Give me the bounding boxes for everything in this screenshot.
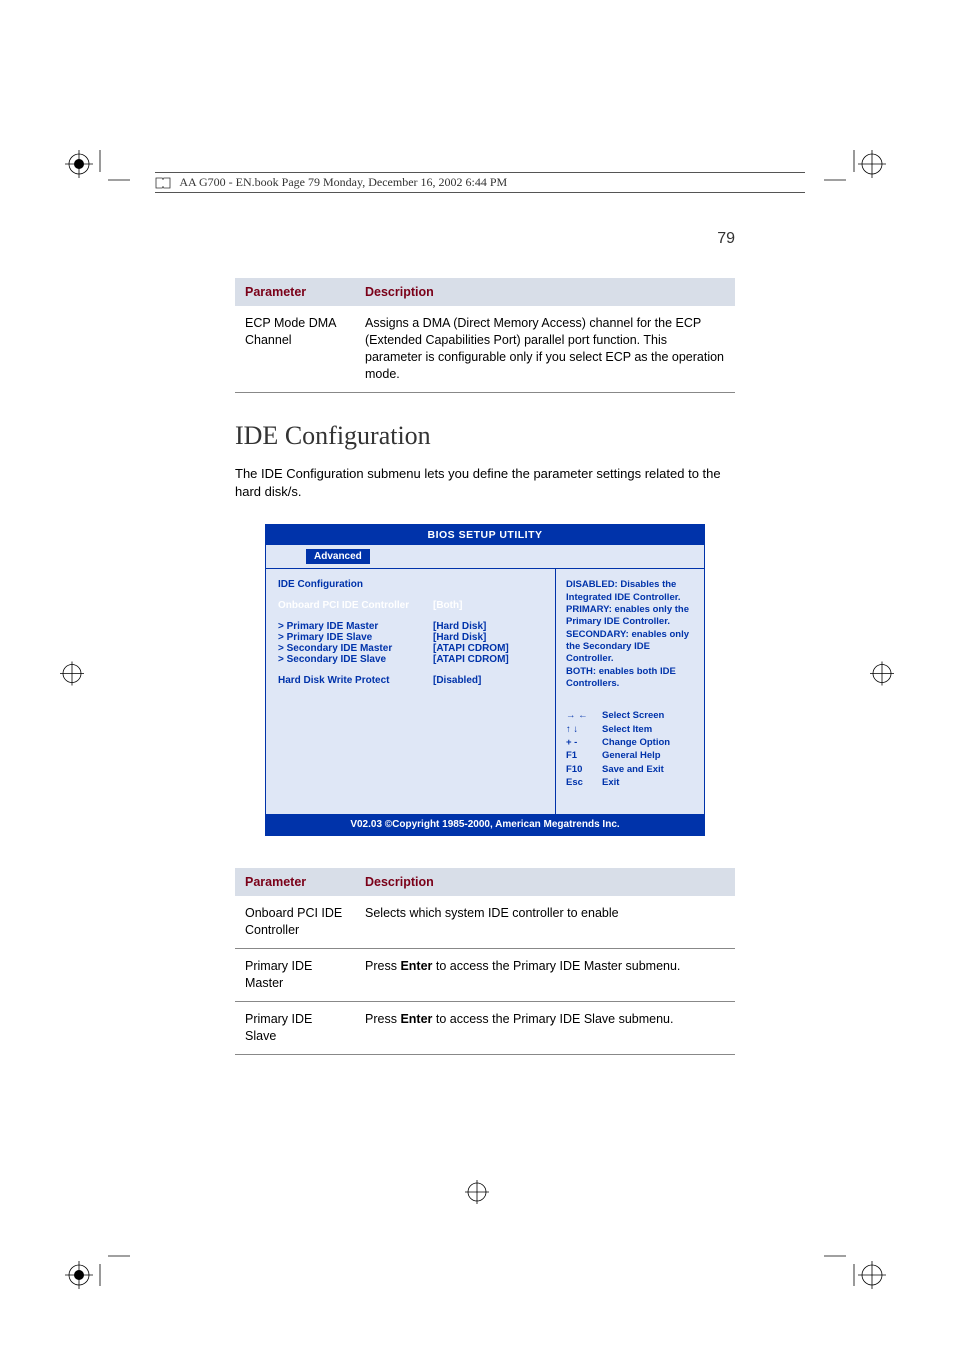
section-intro: The IDE Configuration submenu lets you d… (235, 465, 735, 503)
book-icon (155, 177, 171, 189)
text-fragment: Press (365, 959, 400, 973)
bios-key: ↑ ↓ (566, 724, 602, 736)
bios-item-value: [Hard Disk] (433, 621, 545, 632)
bios-help-text: SECONDARY: enables only the Secondary ID… (566, 629, 696, 666)
bios-key-legend: → ←Select Screen ↑ ↓Select Item + -Chang… (566, 710, 696, 789)
bios-item-value: [ATAPI CDROM] (433, 643, 545, 654)
text-fragment: Press (365, 1012, 400, 1026)
bios-key: + - (566, 737, 602, 749)
table-row: ECP Mode DMA Channel Assigns a DMA (Dire… (235, 306, 735, 392)
bios-help-text: PRIMARY: enables only the Primary IDE Co… (566, 604, 696, 629)
bios-key-text: General Help (602, 750, 661, 762)
bios-item-label: > Primary IDE Slave (278, 632, 433, 643)
bios-footer: V02.03 ©Copyright 1985-2000, American Me… (266, 814, 704, 835)
bios-key-text: Exit (602, 777, 619, 789)
bios-title: BIOS SETUP UTILITY (266, 525, 704, 545)
table-header-param: Parameter (235, 278, 355, 306)
text-fragment: to access the Primary IDE Slave submenu. (432, 1012, 673, 1026)
table-row: Onboard PCI IDE Controller Selects which… (235, 896, 735, 948)
param-name: ECP Mode DMA Channel (235, 306, 355, 392)
table-header-param: Parameter (235, 868, 355, 896)
bios-item-label: > Secondary IDE Master (278, 643, 433, 654)
bios-key-text: Select Screen (602, 710, 664, 722)
center-mark-icon (870, 661, 894, 690)
bios-key: F10 (566, 764, 602, 776)
text-bold: Enter (400, 1012, 432, 1026)
book-meta-bar: AA G700 - EN.book Page 79 Monday, Decemb… (155, 172, 805, 193)
bios-help-pane: DISABLED: Disables the Integrated IDE Co… (556, 569, 704, 814)
bios-tab-row: Advanced (266, 545, 704, 568)
bios-left-pane: IDE Configuration Onboard PCI IDE Contro… (266, 569, 556, 814)
bios-key: Esc (566, 777, 602, 789)
param-name: Primary IDE Master (235, 949, 355, 1002)
table-row: Primary IDE Slave Press Enter to access … (235, 1001, 735, 1054)
param-desc: Press Enter to access the Primary IDE Sl… (355, 1001, 735, 1054)
param-desc: Selects which system IDE controller to e… (355, 896, 735, 948)
param-name: Primary IDE Slave (235, 1001, 355, 1054)
bios-help-text: DISABLED: Disables the Integrated IDE Co… (566, 579, 696, 604)
book-meta-text: AA G700 - EN.book Page 79 Monday, Decemb… (179, 175, 507, 189)
bios-key: → ← (566, 710, 602, 722)
bios-key-text: Select Item (602, 724, 652, 736)
param-desc: Press Enter to access the Primary IDE Ma… (355, 949, 735, 1002)
bios-key: F1 (566, 750, 602, 762)
bios-item-label: > Secondary IDE Slave (278, 654, 433, 665)
bios-item-value: [Disabled] (433, 675, 545, 686)
section-heading: IDE Configuration (235, 421, 735, 451)
bios-item-value: [ATAPI CDROM] (433, 654, 545, 665)
bios-item-value: [Hard Disk] (433, 632, 545, 643)
bios-highlighted-value: [Both] (433, 600, 545, 611)
bios-key-text: Change Option (602, 737, 670, 749)
crop-mark-icon (824, 150, 894, 195)
bios-help-text: BOTH: enables both IDE Controllers. (566, 666, 696, 691)
center-mark-icon (60, 661, 84, 690)
bios-key-text: Save and Exit (602, 764, 664, 776)
text-bold: Enter (400, 959, 432, 973)
parameter-table-1: Parameter Description ECP Mode DMA Chann… (235, 278, 735, 393)
crop-mark-icon (824, 1246, 894, 1291)
page-content: 79 Parameter Description ECP Mode DMA Ch… (235, 230, 735, 1083)
center-mark-icon (465, 1180, 489, 1209)
param-name: Onboard PCI IDE Controller (235, 896, 355, 948)
page-number: 79 (235, 230, 735, 248)
text-fragment: to access the Primary IDE Master submenu… (432, 959, 680, 973)
bios-tab-advanced: Advanced (306, 549, 370, 564)
bios-highlighted-label: Onboard PCI IDE Controller (278, 600, 433, 611)
parameter-table-2: Parameter Description Onboard PCI IDE Co… (235, 868, 735, 1054)
table-row: Primary IDE Master Press Enter to access… (235, 949, 735, 1002)
param-desc: Assigns a DMA (Direct Memory Access) cha… (355, 306, 735, 392)
table-header-desc: Description (355, 278, 735, 306)
bios-item-label: Hard Disk Write Protect (278, 675, 433, 686)
crop-mark-icon (60, 150, 130, 195)
bios-section-heading: IDE Configuration (278, 579, 545, 590)
bios-item-label: > Primary IDE Master (278, 621, 433, 632)
table-header-desc: Description (355, 868, 735, 896)
bios-screenshot: BIOS SETUP UTILITY Advanced IDE Configur… (265, 524, 705, 836)
crop-mark-icon (60, 1246, 130, 1291)
